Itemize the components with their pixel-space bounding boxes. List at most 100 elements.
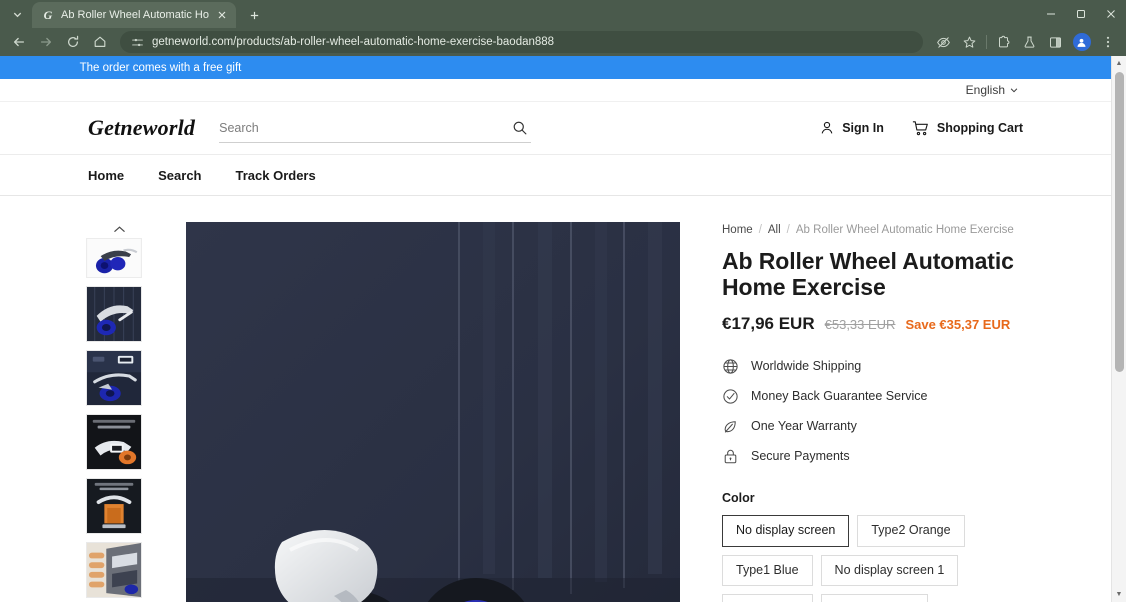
promo-banner-text: The order comes with a free gift (79, 61, 242, 74)
check-circle-icon (722, 388, 739, 405)
thumbnail-1[interactable] (86, 238, 142, 278)
maximize-icon (1077, 10, 1085, 18)
thumbnail-6[interactable] (86, 542, 142, 598)
scrollbar-thumb[interactable] (1115, 72, 1124, 372)
sign-in-button[interactable]: Sign In (819, 120, 884, 136)
close-window-button[interactable] (1096, 0, 1126, 28)
search-icon[interactable] (509, 117, 531, 139)
thumbnail-5[interactable] (86, 478, 142, 534)
nav-item-track-orders[interactable]: Track Orders (236, 168, 316, 183)
address-bar[interactable]: getneworld.com/products/ab-roller-wheel-… (120, 31, 923, 53)
gallery-scroll-up-button[interactable] (86, 222, 152, 236)
variant-selector: Color No display screen Type2 Orange Typ… (722, 491, 1052, 602)
current-price: €17,96 EUR (722, 313, 815, 333)
user-icon (821, 121, 833, 134)
more-menu-icon[interactable] (1095, 31, 1120, 53)
price-row: €17,96 EUR €53,33 EUR Save €35,37 EUR (722, 314, 1052, 334)
variant-option-no-display-screen-1[interactable]: No display screen 1 (820, 554, 959, 587)
flask-glyph (1024, 36, 1035, 48)
reload-icon[interactable] (60, 31, 85, 53)
cart-label: Shopping Cart (936, 121, 1023, 135)
thumbnail-list (86, 238, 152, 598)
back-arrow-icon[interactable] (6, 31, 31, 53)
close-icon[interactable] (215, 8, 230, 23)
sliders-glyph (131, 38, 143, 46)
product-image-graphic (186, 222, 680, 602)
page-title: Ab Roller Wheel Automatic Home Exercise (722, 248, 1014, 300)
profile-avatar-icon[interactable] (1069, 31, 1094, 53)
product-section: Home / All / Ab Roller Wheel Automatic H… (0, 196, 1111, 602)
leaf-icon (722, 418, 739, 435)
promo-banner: The order comes with a free gift (0, 56, 1111, 79)
breadcrumb-separator: / (786, 224, 790, 236)
thumbnail-2[interactable] (86, 286, 142, 342)
breadcrumb-item-all[interactable]: All (768, 224, 781, 236)
variant-option-type2-blue[interactable]: Type2 Blue (722, 594, 813, 602)
search-input[interactable] (219, 114, 480, 141)
variant-option-type1-blue[interactable]: Type1 Blue (722, 554, 813, 587)
scrollbar-up-arrow[interactable]: ▲ (1112, 56, 1126, 71)
forward-arrow-icon[interactable] (33, 31, 58, 53)
compare-at-price: €53,33 EUR (824, 316, 896, 332)
minimize-button[interactable] (1036, 0, 1066, 28)
browser-tab[interactable]: G Ab Roller Wheel Automatic Ho (32, 2, 236, 28)
product-main-image[interactable] (186, 222, 680, 602)
puzzle-glyph (999, 35, 1010, 47)
site-settings-icon[interactable] (130, 35, 144, 49)
badge-worldwide-shipping: Worldwide Shipping (722, 358, 1052, 375)
back-glyph (13, 37, 24, 47)
tracking-protection-icon[interactable] (931, 31, 956, 53)
magnifier-glyph (513, 121, 527, 134)
chevron-up-icon (113, 225, 125, 232)
url-text: getneworld.com/products/ab-roller-wheel-… (152, 36, 555, 48)
variant-option-type2-orange[interactable]: Type2 Orange (857, 514, 965, 547)
tab-search-button[interactable] (4, 2, 30, 26)
nav-item-search[interactable]: Search (158, 168, 201, 183)
extensions-icon[interactable] (991, 31, 1016, 53)
scrollbar-down-arrow[interactable]: ▼ (1112, 587, 1126, 602)
close-window-icon (1107, 10, 1115, 18)
kebab-glyph (1106, 36, 1109, 48)
breadcrumb-separator: / (758, 224, 762, 236)
globe-glyph (723, 359, 738, 374)
variant-options: No display screen Type2 Orange Type1 Blu… (722, 514, 1052, 602)
toolbar-right-icons (931, 31, 1120, 53)
thumbnail-2-image (87, 287, 141, 341)
plus-icon (251, 11, 259, 19)
badge-warranty: One Year Warranty (722, 418, 1052, 435)
close-glyph (219, 11, 226, 19)
thumbnail-4[interactable] (86, 414, 142, 470)
variant-option-type1-orange[interactable]: Type1 Orange (820, 594, 928, 602)
new-tab-button[interactable] (242, 3, 268, 27)
toolbar-divider (986, 35, 987, 49)
maximize-button[interactable] (1066, 0, 1096, 28)
site-logo[interactable]: Getneworld (88, 115, 195, 141)
split-view-icon[interactable] (1043, 31, 1068, 53)
page-scrollbar[interactable]: ▲ ▼ (1111, 56, 1126, 602)
nav-item-home[interactable]: Home (88, 168, 124, 183)
variant-option-no-display-screen[interactable]: No display screen (722, 514, 850, 547)
badge-money-back: Money Back Guarantee Service (722, 388, 1052, 405)
lock-glyph (724, 449, 737, 464)
chevron-down-icon (13, 12, 21, 17)
thumbnail-1-image (87, 239, 141, 277)
breadcrumb-item-home[interactable]: Home (722, 224, 753, 236)
home-icon[interactable] (87, 31, 112, 53)
lab-flask-icon[interactable] (1017, 31, 1042, 53)
shopping-cart-button[interactable]: Shopping Cart (912, 120, 1023, 137)
tab-title: Ab Roller Wheel Automatic Ho (61, 9, 209, 21)
main-navigation: Home Search Track Orders (0, 154, 1111, 196)
cart-icon (912, 120, 928, 135)
minimize-icon (1047, 13, 1055, 15)
language-selector[interactable]: English (966, 83, 1019, 97)
sign-in-label: Sign In (842, 121, 884, 135)
eye-off-glyph (937, 36, 950, 48)
thumbnail-3[interactable] (86, 350, 142, 406)
search-bar (219, 113, 532, 143)
thumbnail-gallery (86, 222, 152, 602)
variant-group-title: Color (722, 490, 755, 505)
page-viewport: The order comes with a free gift English… (0, 56, 1126, 602)
thumbnail-5-image (87, 479, 141, 533)
bookmark-star-icon[interactable] (957, 31, 982, 53)
thumbnail-3-image (87, 351, 141, 405)
